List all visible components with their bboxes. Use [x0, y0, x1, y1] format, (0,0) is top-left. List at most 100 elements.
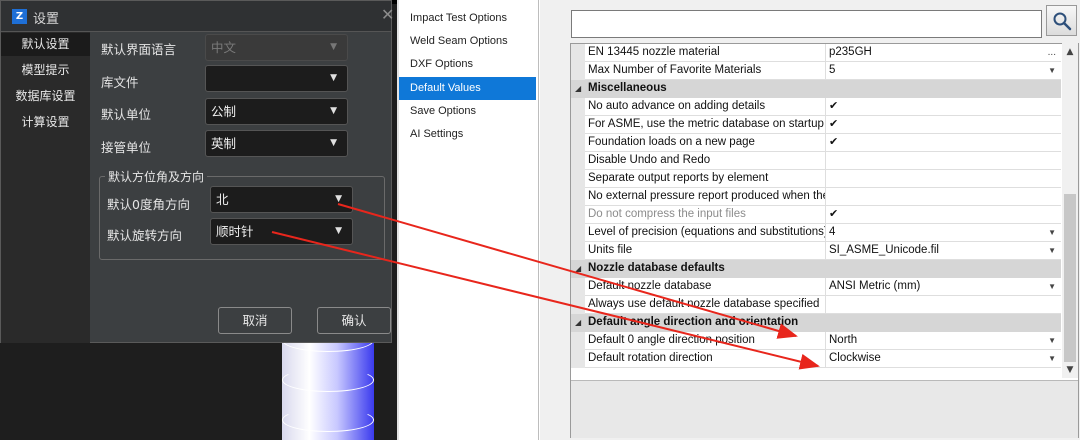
option-dxf[interactable]: DXF Options [399, 53, 536, 76]
option-default-values[interactable]: Default Values [399, 77, 536, 100]
library-file-select[interactable]: ▼ [205, 65, 348, 92]
nav-item-calculation-settings[interactable]: 计算设置 [1, 111, 90, 134]
row-gutter [571, 116, 585, 134]
property-value[interactable]: 5 ▼ [826, 62, 1061, 80]
default-unit-select[interactable]: 公制 ▼ [205, 98, 348, 125]
search-icon [1053, 12, 1072, 31]
value-text: ANSI Metric (mm) [829, 280, 921, 292]
property-name: Default rotation direction [585, 350, 826, 368]
property-row[interactable]: Max Number of Favorite Materials 5 ▼ [571, 62, 1061, 80]
ui-language-select[interactable]: 中文 ▼ [205, 34, 348, 61]
property-name: Disable Undo and Redo [585, 152, 826, 170]
property-checkbox[interactable] [826, 296, 1061, 314]
close-icon[interactable]: ✕ [381, 5, 394, 24]
options-list: Impact Test Options Weld Seam Options DX… [399, 0, 539, 440]
chevron-down-icon[interactable]: ▼ [1048, 278, 1056, 295]
chevron-down-icon: ▼ [330, 106, 337, 116]
property-value[interactable]: Clockwise ▼ [826, 350, 1061, 368]
row-gutter [571, 170, 585, 188]
scrollbar-thumb[interactable] [1064, 194, 1076, 362]
property-row[interactable]: Always use default nozzle database speci… [571, 296, 1061, 314]
option-save[interactable]: Save Options [399, 100, 536, 123]
property-value[interactable]: ANSI Metric (mm) ▼ [826, 278, 1061, 296]
property-checkbox[interactable]: ✔ [826, 98, 1061, 116]
chevron-down-icon[interactable]: ▼ [1048, 224, 1056, 241]
nozzle-unit-label: 接管单位 [101, 140, 152, 155]
category-row[interactable]: ◢ Miscellaneous [571, 80, 1061, 98]
property-row[interactable]: For ASME, use the metric database on sta… [571, 116, 1061, 134]
rotation-select[interactable]: 顺时针 ▼ [210, 218, 353, 245]
rotation-label: 默认旋转方向 [107, 228, 183, 243]
nozzle-unit-value: 英制 [211, 136, 237, 151]
property-row[interactable]: Do not compress the input files ✔ [571, 206, 1061, 224]
value-text: Clockwise [829, 352, 881, 364]
category-row[interactable]: ◢ Nozzle database defaults [571, 260, 1061, 278]
property-name: Separate output reports by element [585, 170, 826, 188]
property-checkbox[interactable]: ✔ [826, 206, 1061, 224]
property-checkbox[interactable]: ✔ [826, 116, 1061, 134]
property-value[interactable]: SI_ASME_Unicode.fil ▼ [826, 242, 1061, 260]
row-gutter [571, 152, 585, 170]
dialog-titlebar: Z 设置 ✕ [1, 1, 394, 32]
property-row[interactable]: Units file SI_ASME_Unicode.fil ▼ [571, 242, 1061, 260]
property-name: No auto advance on adding details [585, 98, 826, 116]
chevron-up-icon[interactable]: ▲ [1062, 44, 1078, 60]
option-ai-settings[interactable]: AI Settings [399, 123, 536, 146]
cancel-button[interactable]: 取消 [218, 307, 292, 334]
chevron-down-icon[interactable]: ▼ [1048, 332, 1056, 349]
property-value[interactable]: p235GH... [826, 44, 1061, 62]
default-unit-value: 公制 [211, 104, 237, 119]
nav-item-default-settings[interactable]: 默认设置 [1, 33, 90, 56]
collapse-triangle-icon[interactable]: ◢ [575, 80, 581, 97]
property-row[interactable]: Default 0 angle direction position North… [571, 332, 1061, 350]
nav-item-database-settings[interactable]: 数据库设置 [1, 85, 90, 108]
chevron-down-icon: ▼ [335, 194, 342, 204]
option-impact-test[interactable]: Impact Test Options [399, 7, 536, 30]
chevron-down-icon[interactable]: ▼ [1048, 350, 1056, 367]
ellipsis-icon[interactable]: ... [1048, 44, 1056, 61]
ui-language-label: 默认界面语言 [101, 42, 177, 57]
property-row[interactable]: Level of precision (equations and substi… [571, 224, 1061, 242]
chevron-down-icon[interactable]: ▼ [1048, 62, 1056, 79]
collapse-triangle-icon[interactable]: ◢ [575, 314, 581, 331]
search-button[interactable] [1046, 5, 1077, 36]
search-input[interactable] [571, 10, 1042, 38]
nozzle-unit-select[interactable]: 英制 ▼ [205, 130, 348, 157]
chevron-down-icon: ▼ [335, 226, 342, 236]
property-row[interactable]: EN 13445 nozzle material p235GH... [571, 44, 1061, 62]
property-row[interactable]: No auto advance on adding details ✔ [571, 98, 1061, 116]
property-checkbox[interactable] [826, 188, 1061, 206]
vessel-seam-line [282, 408, 374, 432]
property-checkbox[interactable]: ✔ [826, 134, 1061, 152]
collapse-triangle-icon[interactable]: ◢ [575, 260, 581, 277]
property-row[interactable]: Default nozzle database ANSI Metric (mm)… [571, 278, 1061, 296]
row-gutter [571, 350, 585, 368]
zero-angle-select[interactable]: 北 ▼ [210, 186, 353, 213]
property-row[interactable]: Default rotation direction Clockwise ▼ [571, 350, 1061, 368]
property-row[interactable]: No external pressure report produced whe… [571, 188, 1061, 206]
property-row[interactable]: Separate output reports by element [571, 170, 1061, 188]
ok-button[interactable]: 确认 [317, 307, 391, 334]
property-value[interactable]: North ▼ [826, 332, 1061, 350]
property-row[interactable]: Disable Undo and Redo [571, 152, 1061, 170]
value-text: SI_ASME_Unicode.fil [829, 244, 939, 256]
property-name: Always use default nozzle database speci… [585, 296, 826, 314]
option-weld-seam[interactable]: Weld Seam Options [399, 30, 536, 53]
property-name: For ASME, use the metric database on sta… [585, 116, 826, 134]
nav-item-model-hints[interactable]: 模型提示 [1, 59, 90, 82]
settings-nav: 默认设置 模型提示 数据库设置 计算设置 [1, 32, 90, 343]
category-label: Default angle direction and orientation [588, 316, 799, 328]
property-row[interactable]: Foundation loads on a new page ✔ [571, 134, 1061, 152]
chevron-down-icon[interactable]: ▼ [1048, 242, 1056, 259]
property-checkbox[interactable] [826, 170, 1061, 188]
category-row[interactable]: ◢ Default angle direction and orientatio… [571, 314, 1061, 332]
ui-language-value: 中文 [211, 40, 237, 55]
chevron-down-icon[interactable]: ▼ [1062, 362, 1078, 378]
app-logo-icon: Z [12, 9, 27, 24]
property-value[interactable]: 4 ▼ [826, 224, 1061, 242]
property-name: Max Number of Favorite Materials [585, 62, 826, 80]
chevron-down-icon: ▼ [330, 138, 337, 148]
chevron-down-icon: ▼ [330, 73, 337, 83]
row-gutter [571, 224, 585, 242]
property-checkbox[interactable] [826, 152, 1061, 170]
